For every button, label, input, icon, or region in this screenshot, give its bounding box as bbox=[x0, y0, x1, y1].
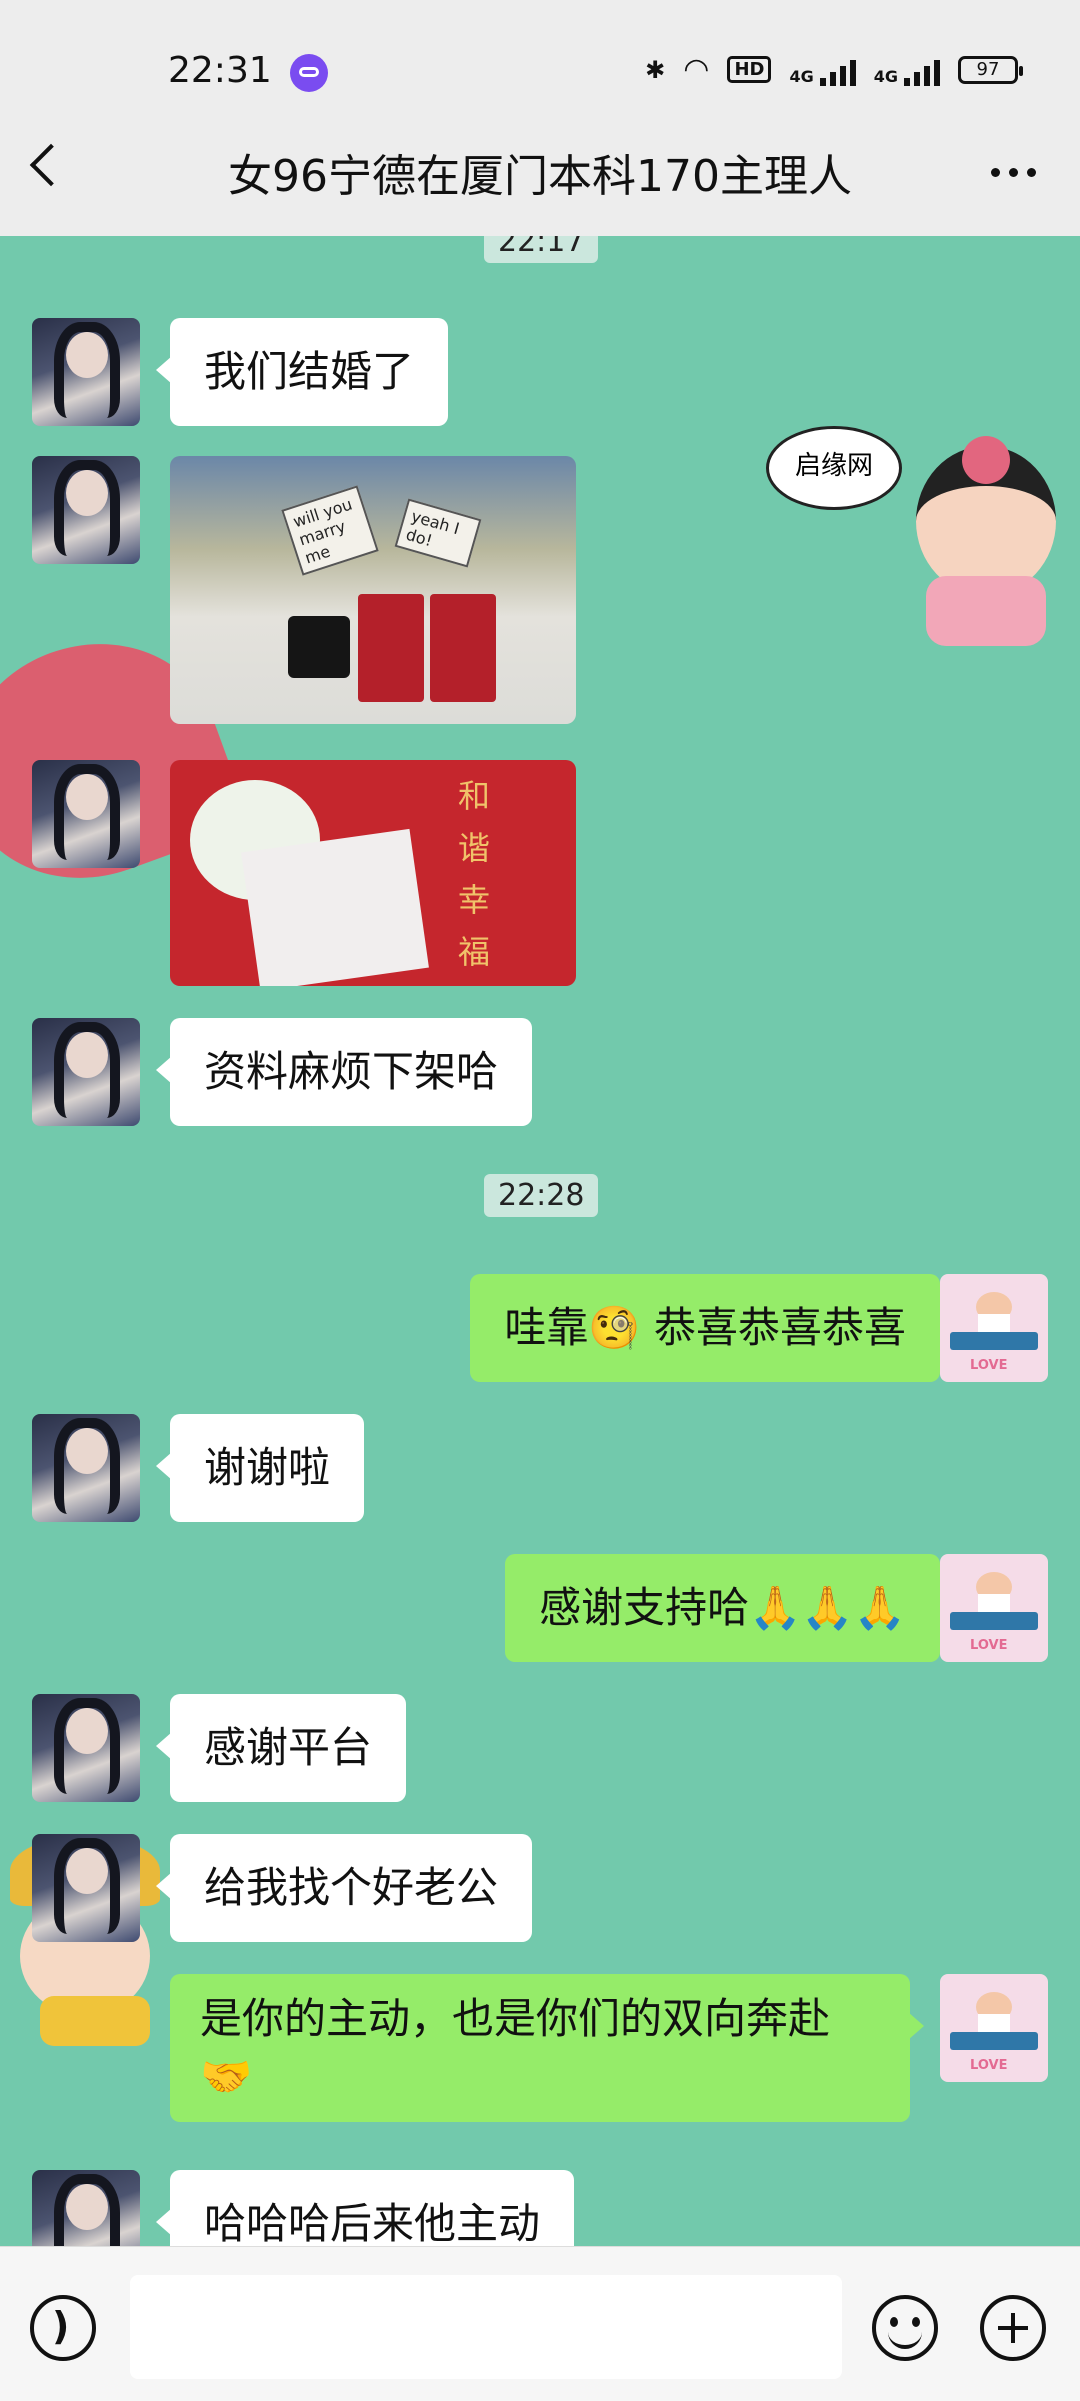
hd-badge: HD bbox=[727, 56, 772, 83]
emoji-button[interactable] bbox=[872, 2295, 938, 2361]
contact-avatar[interactable] bbox=[32, 760, 140, 868]
voice-input-button[interactable] bbox=[30, 2295, 96, 2361]
top-bar: 22:31 ✱ ◠ HD 4G 4G 97 女96宁德在厦门本科170主理人 bbox=[0, 0, 1080, 236]
contact-avatar[interactable] bbox=[32, 1018, 140, 1126]
message-bubble-incoming[interactable]: 感谢平台 bbox=[155, 1694, 407, 1802]
timestamp: 22:17 bbox=[484, 236, 599, 263]
wedding-photo-message[interactable]: will you marry me yeah I do! bbox=[170, 456, 576, 724]
signal-icon-2: 4G bbox=[874, 54, 940, 86]
message-bubble-outgoing[interactable]: 感谢支持哈🙏🙏🙏 bbox=[505, 1554, 954, 1662]
bluetooth-icon: ✱ bbox=[645, 55, 666, 84]
message-bubble-incoming[interactable]: 哈哈哈后来他主动 bbox=[155, 2170, 575, 2246]
qiyuan-sticker: 启缘网 bbox=[766, 426, 1066, 656]
chat-area[interactable]: 启缘网 22:17 我们结婚了 will you marry me yeah I… bbox=[0, 236, 1080, 2246]
photo2-calligraphy: 和谐幸福 bbox=[458, 777, 491, 971]
contact-avatar[interactable] bbox=[32, 1694, 140, 1802]
chat-title: 女96宁德在厦门本科170主理人 bbox=[228, 151, 852, 202]
certificate-photo bbox=[241, 828, 429, 986]
my-avatar[interactable]: LOVE bbox=[940, 1274, 1048, 1382]
message-input[interactable] bbox=[130, 2275, 842, 2379]
marriage-certificate bbox=[358, 594, 424, 702]
status-time: 22:31 bbox=[168, 50, 272, 91]
sticker-speech-bubble: 启缘网 bbox=[766, 426, 902, 510]
contact-avatar[interactable] bbox=[32, 2170, 140, 2246]
my-avatar[interactable]: LOVE bbox=[940, 1974, 1048, 2082]
more-options-button[interactable] bbox=[991, 168, 1036, 177]
status-indicators: ✱ ◠ HD 4G 4G 97 bbox=[645, 52, 1023, 87]
my-avatar[interactable]: LOVE bbox=[940, 1554, 1048, 1662]
contact-avatar[interactable] bbox=[32, 1834, 140, 1942]
message-bubble-incoming[interactable]: 给我找个好老公 bbox=[155, 1834, 533, 1942]
photo-card-text-1: will you marry me bbox=[281, 485, 379, 576]
ring-box bbox=[288, 616, 350, 678]
wifi-icon: ◠ bbox=[683, 52, 710, 87]
message-bubble-incoming[interactable]: 资料麻烦下架哈 bbox=[155, 1018, 533, 1126]
message-bubble-incoming[interactable]: 我们结婚了 bbox=[155, 318, 449, 426]
timestamp: 22:28 bbox=[484, 1174, 599, 1217]
marriage-certificate bbox=[430, 594, 496, 702]
photo-card-text-2: yeah I do! bbox=[394, 498, 482, 568]
message-bubble-outgoing[interactable]: 哇靠🧐 恭喜恭喜恭喜 bbox=[470, 1274, 954, 1382]
avatar-love-text: LOVE bbox=[970, 1638, 1008, 1653]
contact-avatar[interactable] bbox=[32, 318, 140, 426]
avatar-love-text: LOVE bbox=[970, 1358, 1008, 1373]
signal-icon-1: 4G bbox=[789, 54, 856, 86]
wedding-photo-message[interactable]: 和谐幸福 bbox=[170, 760, 576, 986]
contact-avatar[interactable] bbox=[32, 456, 140, 564]
message-bubble-outgoing[interactable]: 是你的主动，也是你们的双向奔赴🤝 bbox=[170, 1974, 924, 2122]
contact-avatar[interactable] bbox=[32, 1414, 140, 1522]
avatar-love-text: LOVE bbox=[970, 2058, 1008, 2073]
battery-icon: 97 bbox=[958, 55, 1023, 84]
app-notification-icon bbox=[290, 54, 328, 92]
message-bubble-incoming[interactable]: 谢谢啦 bbox=[155, 1414, 365, 1522]
more-actions-button[interactable] bbox=[980, 2295, 1046, 2361]
input-bar bbox=[0, 2246, 1080, 2401]
